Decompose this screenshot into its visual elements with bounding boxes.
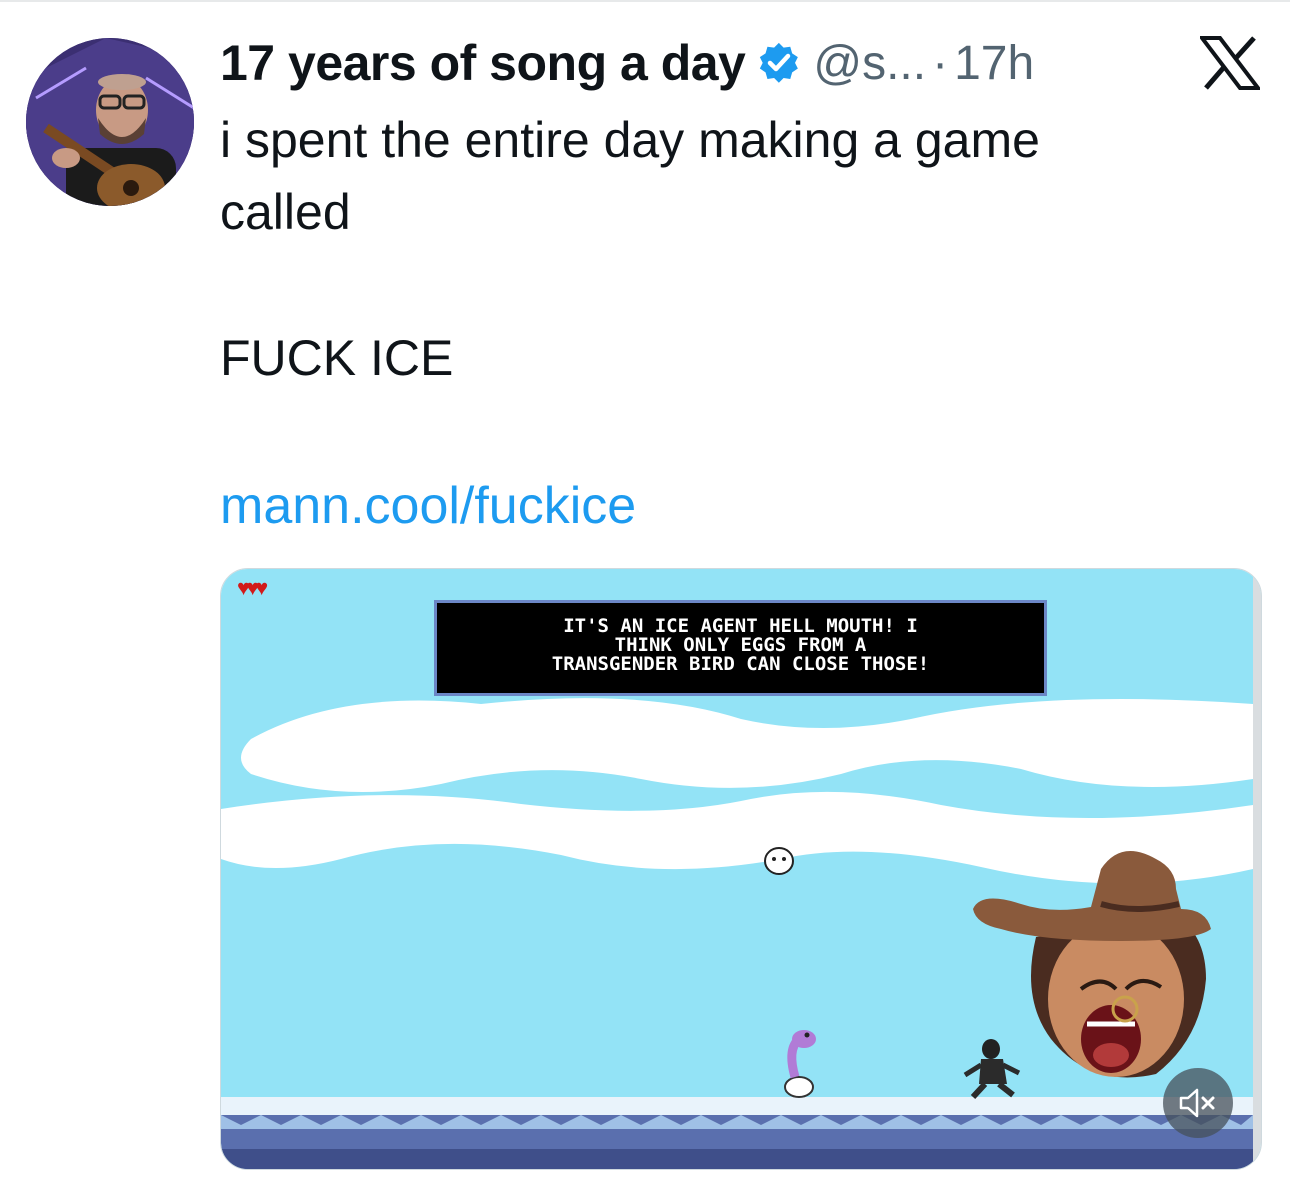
- tweet-header: 17 years of song a day @s... · 17h: [220, 28, 1034, 98]
- top-divider: [0, 0, 1290, 2]
- tweet-line-1: i spent the entire day making a game: [220, 112, 1040, 168]
- author-display-name[interactable]: 17 years of song a day: [220, 34, 746, 92]
- author-avatar[interactable]: [26, 38, 194, 206]
- health-hearts: ♥♥♥: [237, 575, 268, 600]
- ghost-sprite: [764, 847, 794, 875]
- tweet-game-title: FUCK ICE: [220, 330, 454, 386]
- verified-badge-icon: [757, 41, 801, 85]
- tweet-line-2: called: [220, 184, 351, 240]
- tweet-link[interactable]: mann.cool/fuckice: [220, 470, 636, 542]
- separator-dot: ·: [932, 36, 949, 90]
- author-handle[interactable]: @s...: [813, 36, 926, 91]
- game-dialog-box: IT'S AN ICE AGENT HELL MOUTH! I THINK ON…: [434, 600, 1047, 696]
- dialog-line-3: TRANSGENDER BIRD CAN CLOSE THOSE!: [551, 653, 930, 675]
- timestamp[interactable]: 17h: [954, 36, 1034, 91]
- video-player[interactable]: ♥♥♥ IT'S AN ICE AGENT HELL MOUTH! I THIN…: [220, 568, 1262, 1170]
- tweet-text: i spent the entire day making a game cal…: [220, 104, 1220, 248]
- x-logo-icon[interactable]: [1197, 36, 1263, 90]
- speaker-muted-icon: [1179, 1088, 1215, 1118]
- mute-button[interactable]: [1163, 1068, 1233, 1138]
